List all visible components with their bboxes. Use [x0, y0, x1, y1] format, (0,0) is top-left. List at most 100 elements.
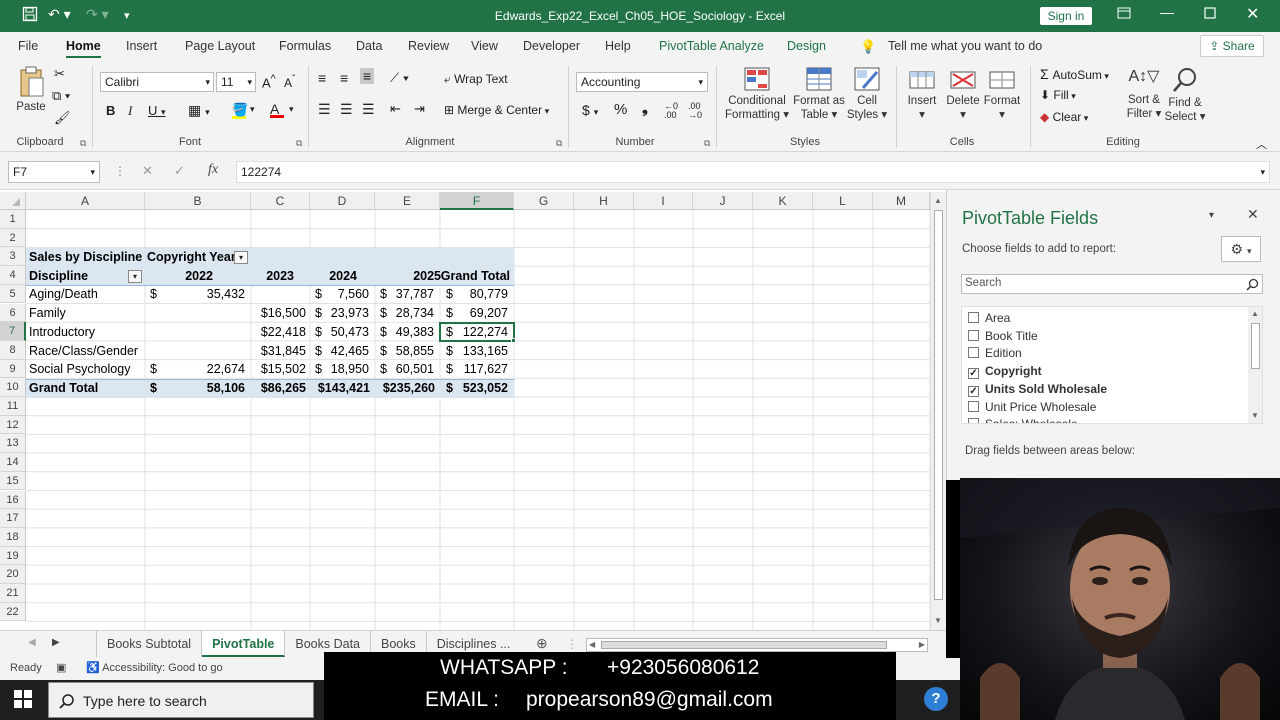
decrease-decimal-icon[interactable]: .00 →0 — [688, 102, 702, 120]
collapse-ribbon-icon[interactable]: ︿ — [1256, 136, 1267, 152]
field-item[interactable]: Edition — [968, 346, 1022, 360]
macro-record-icon[interactable]: ▣ — [56, 661, 66, 674]
column-header[interactable]: E — [375, 192, 440, 210]
row-header[interactable]: 14 — [0, 453, 26, 472]
field-item[interactable]: Sales: Wholesale — [968, 417, 1078, 423]
windows-start-icon[interactable] — [14, 690, 32, 711]
wrap-text-button[interactable]: ⤶ Wrap Text — [444, 72, 508, 87]
confirm-entry-icon[interactable]: ✓ — [174, 163, 185, 179]
row-header[interactable]: 17 — [0, 509, 26, 528]
copy-icon[interactable]: ⧉ ▾ — [52, 88, 70, 104]
font-launcher-icon[interactable]: ⧉ — [296, 138, 302, 149]
tab-developer[interactable]: Developer — [523, 39, 580, 53]
increase-font-icon[interactable]: A^ — [262, 73, 276, 90]
formula-input[interactable]: 122274 ▾ — [236, 161, 1270, 183]
insert-function-icon[interactable]: fx — [208, 162, 218, 178]
font-color-dropdown-icon[interactable]: ▾ — [289, 104, 294, 115]
tab-insert[interactable]: Insert — [126, 39, 157, 53]
checkbox-icon[interactable] — [968, 312, 979, 323]
tab-view[interactable]: View — [471, 39, 498, 53]
bold-icon[interactable]: B — [106, 103, 115, 118]
align-center-icon[interactable]: ☰ — [340, 101, 353, 118]
sort-filter-button[interactable]: A↕▽ Sort & Filter ▾ — [1124, 66, 1164, 120]
italic-icon[interactable]: I — [128, 103, 132, 119]
next-sheet-icon[interactable]: ▶ — [52, 637, 60, 648]
checkbox-icon[interactable] — [968, 347, 979, 359]
horizontal-scrollbar[interactable]: ◀ ▶ — [586, 638, 928, 652]
close-pane-icon[interactable]: ✕ — [1247, 206, 1259, 223]
column-filter-dropdown-icon[interactable]: ▾ — [234, 251, 248, 264]
tab-page-layout[interactable]: Page Layout — [185, 39, 255, 53]
tab-formulas[interactable]: Formulas — [279, 39, 331, 53]
column-header[interactable]: M — [873, 192, 930, 210]
row-header[interactable]: 1 — [0, 210, 26, 229]
column-header[interactable]: C — [251, 192, 310, 210]
column-header[interactable]: A — [26, 192, 145, 210]
number-launcher-icon[interactable]: ⧉ — [704, 138, 710, 149]
ribbon-display-icon[interactable] — [1117, 6, 1131, 23]
field-list-scrollbar[interactable]: ▲ ▼ — [1248, 307, 1262, 423]
decrease-font-icon[interactable]: Aˇ — [284, 74, 295, 90]
field-item[interactable]: Unit Price Wholesale — [968, 400, 1096, 414]
checkbox-icon[interactable] — [968, 418, 979, 423]
row-filter-dropdown-icon[interactable]: ▾ — [128, 270, 142, 283]
row-header[interactable]: 21 — [0, 584, 26, 603]
row-header[interactable]: 6 — [0, 303, 26, 323]
row-header[interactable]: 15 — [0, 471, 26, 491]
comma-style-icon[interactable]: ❟ — [642, 100, 648, 117]
column-header[interactable]: K — [753, 192, 813, 210]
maximize-icon[interactable] — [1204, 6, 1216, 22]
row-header[interactable]: 12 — [0, 415, 26, 435]
increase-decimal-icon[interactable]: ←0.00 — [664, 102, 678, 120]
column-header[interactable]: J — [693, 192, 753, 210]
select-all-corner[interactable] — [0, 192, 26, 210]
borders-icon[interactable]: ▦ ▾ — [188, 102, 210, 119]
column-header[interactable]: H — [574, 192, 634, 210]
conditional-formatting-button[interactable]: Conditional Formatting ▾ — [722, 66, 792, 121]
sheet-tab-active[interactable]: PivotTable — [202, 631, 286, 657]
font-name-box[interactable]: Calibri ▾ — [100, 72, 214, 92]
clear-button[interactable]: ◆ Clear ▾ — [1040, 110, 1088, 124]
fill-handle[interactable] — [511, 338, 516, 343]
checkbox-icon[interactable] — [968, 400, 979, 412]
align-top-icon[interactable]: ≡ — [318, 70, 326, 86]
clipboard-launcher-icon[interactable]: ⧉ — [80, 138, 86, 149]
row-header[interactable]: 11 — [0, 397, 26, 416]
name-box[interactable]: F7 ▾ — [8, 161, 100, 183]
gear-icon[interactable]: ⚙ ▾ — [1221, 236, 1261, 262]
delete-cells-button[interactable]: Delete ▾ — [944, 66, 982, 121]
tell-me-box[interactable]: Tell me what you want to do — [888, 39, 1042, 53]
column-header[interactable]: B — [145, 192, 251, 210]
add-sheet-icon[interactable]: ⊕ — [536, 635, 548, 652]
worksheet-grid[interactable]: A B C D E F G H I J K L M ▲ ▼ 1234567891… — [0, 190, 946, 630]
row-header[interactable]: 18 — [0, 527, 26, 547]
row-header[interactable]: 13 — [0, 434, 26, 454]
row-header[interactable]: 2 — [0, 228, 26, 248]
pane-options-dropdown-icon[interactable]: ▾ — [1209, 210, 1214, 221]
format-as-table-button[interactable]: Format as Table ▾ — [792, 66, 846, 121]
cell-styles-button[interactable]: Cell Styles ▾ — [846, 66, 888, 121]
row-header[interactable]: 5 — [0, 284, 26, 304]
column-header-selected[interactable]: F — [440, 192, 514, 210]
tab-file[interactable]: File — [18, 39, 38, 53]
row-header[interactable]: 4 — [0, 266, 26, 285]
field-item[interactable]: ✓ Units Sold Wholesale — [968, 382, 1107, 397]
row-header[interactable]: 19 — [0, 546, 26, 566]
column-header[interactable]: G — [514, 192, 574, 210]
align-right-icon[interactable]: ☰ — [362, 101, 375, 118]
fill-color-dropdown-icon[interactable]: ▾ — [250, 104, 255, 115]
row-header[interactable]: 20 — [0, 565, 26, 584]
align-bottom-icon[interactable]: ≡ — [360, 68, 375, 84]
row-header[interactable]: 9 — [0, 359, 26, 379]
row-header[interactable]: 10 — [0, 378, 26, 397]
column-header[interactable]: I — [634, 192, 693, 210]
field-search-input[interactable]: Search — [961, 274, 1263, 294]
row-header[interactable]: 22 — [0, 602, 26, 622]
tab-help[interactable]: Help — [605, 39, 631, 53]
underline-icon[interactable]: U ▾ — [148, 103, 166, 118]
cut-icon[interactable]: ✂ — [54, 66, 65, 82]
currency-icon[interactable]: $ ▾ — [582, 102, 598, 118]
prev-sheet-icon[interactable]: ◀ — [28, 637, 36, 648]
checkbox-checked-icon[interactable]: ✓ — [968, 368, 979, 380]
checkbox-checked-icon[interactable]: ✓ — [968, 385, 979, 397]
